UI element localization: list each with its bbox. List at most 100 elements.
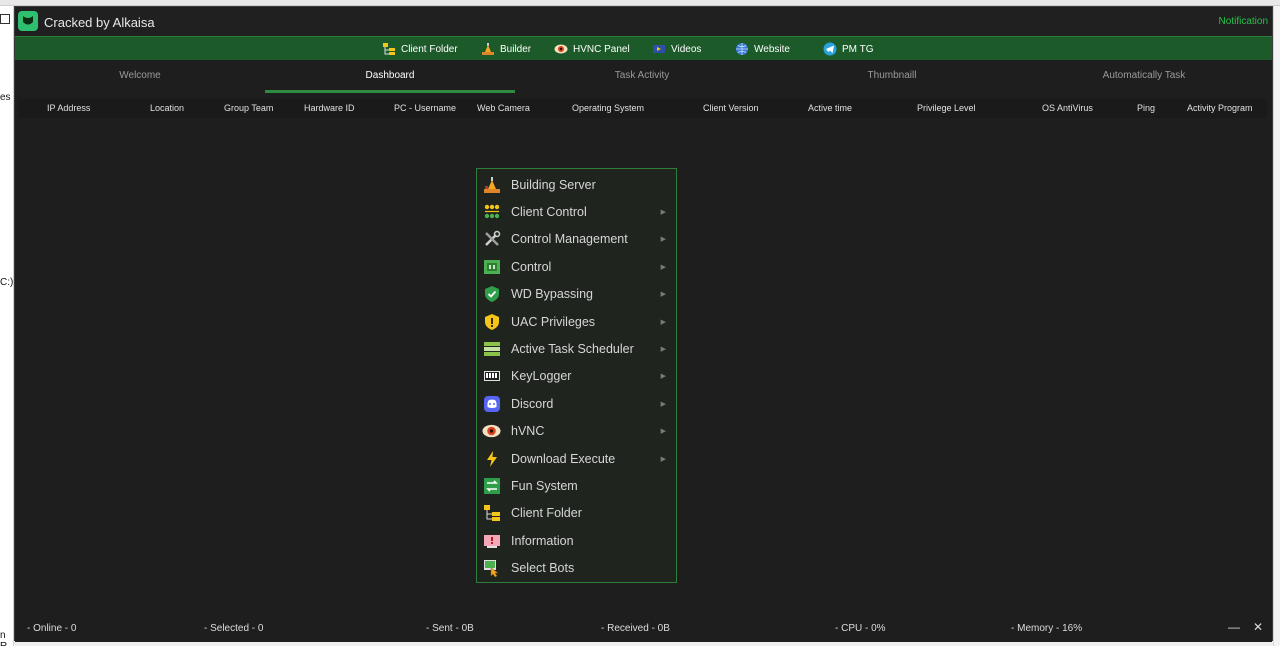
menu-item-keylogger[interactable]: KeyLogger ▶ — [477, 363, 676, 390]
toolbar-hvnc-panel-button[interactable]: HVNC Panel — [554, 41, 630, 57]
toolbar-client-folder-button[interactable]: Client Folder — [382, 41, 458, 57]
menu-item-discord[interactable]: Discord ▶ — [477, 390, 676, 417]
menu-item-label: Download Execute — [511, 451, 616, 466]
eye-icon — [482, 422, 501, 441]
column-header-ip-address[interactable]: IP Address — [47, 103, 90, 113]
menu-item-label: Control — [511, 259, 552, 274]
menu-item-label: Control Management — [511, 232, 628, 247]
toolbar-website-button[interactable]: Website — [735, 41, 790, 57]
toolbar-pm-tg-button[interactable]: PM TG — [823, 41, 873, 57]
title-bar[interactable]: Cracked by Alkaisa Notification — [15, 7, 1272, 36]
tab-strip: Welcome Dashboard Task Activity Thumbnai… — [15, 60, 1272, 96]
menu-item-active-task-scheduler[interactable]: Active Task Scheduler ▶ — [477, 335, 676, 362]
tab-thumbnail[interactable]: Thumbnaill — [767, 70, 1017, 96]
menu-item-label: WD Bypassing — [511, 287, 593, 302]
desktop-text-fragment: C:) — [0, 277, 14, 288]
toolbar-label: Website — [754, 43, 790, 55]
menu-item-client-control[interactable]: Client Control ▶ — [477, 198, 676, 225]
menu-item-wd-bypassing[interactable]: WD Bypassing ▶ — [477, 281, 676, 308]
submenu-arrow-icon: ▶ — [660, 346, 666, 354]
menu-item-label: Discord — [511, 396, 554, 411]
column-header-location[interactable]: Location — [150, 103, 184, 113]
column-header-hardware-id[interactable]: Hardware ID — [304, 103, 355, 113]
column-header-activity-program[interactable]: Activity Program — [1187, 103, 1253, 113]
column-header-web-camera[interactable]: Web Camera — [477, 103, 530, 113]
active-tab-indicator — [265, 90, 515, 93]
menu-item-control-management[interactable]: Control Management ▶ — [477, 226, 676, 253]
toolbar-label: PM TG — [842, 43, 874, 55]
toolbar: Client Folder Builder HVNC Panel Videos … — [15, 36, 1272, 60]
menu-item-label: Fun System — [511, 478, 578, 493]
column-header-operating-system[interactable]: Operating System — [572, 103, 644, 113]
menu-item-download-execute[interactable]: Download Execute ▶ — [477, 445, 676, 472]
column-header-os-antivirus[interactable]: OS AntiVirus — [1042, 103, 1093, 113]
submenu-arrow-icon: ▶ — [660, 209, 666, 217]
menu-item-hvnc[interactable]: hVNC ▶ — [477, 418, 676, 445]
desktop-icon-fragment — [0, 14, 10, 24]
desktop-left-strip: es C:) n R — [0, 6, 14, 646]
menu-item-label: hVNC — [511, 424, 545, 439]
submenu-arrow-icon: ▶ — [660, 455, 666, 463]
tab-task-activity[interactable]: Task Activity — [517, 70, 767, 96]
toolbar-videos-button[interactable]: Videos — [652, 41, 701, 57]
menu-item-uac-privileges[interactable]: UAC Privileges ▶ — [477, 308, 676, 335]
submenu-arrow-icon: ▶ — [660, 291, 666, 299]
submenu-arrow-icon: ▶ — [660, 318, 666, 326]
menu-item-building-server[interactable]: Building Server — [477, 171, 676, 198]
menu-item-label: Client Folder — [511, 506, 582, 521]
toolbar-builder-button[interactable]: Builder — [481, 41, 531, 57]
video-icon — [652, 42, 666, 56]
menu-item-label: KeyLogger — [511, 369, 572, 384]
submenu-arrow-icon: ▶ — [660, 373, 666, 381]
menu-item-information[interactable]: Information — [477, 527, 676, 554]
toolbar-label: Builder — [500, 43, 532, 55]
menu-item-fun-system[interactable]: Fun System — [477, 472, 676, 499]
tools-icon — [482, 230, 501, 249]
notification-link[interactable]: Notification — [1219, 16, 1268, 27]
column-header-pc-username[interactable]: PC - Username — [394, 103, 456, 113]
status-cpu: - CPU - 0% — [835, 623, 886, 634]
status-received: - Received - 0B — [601, 623, 670, 634]
toolbar-label: Client Folder — [401, 43, 458, 55]
keyboard-icon — [482, 367, 501, 386]
desktop-text-fragment: es — [0, 92, 11, 103]
folder-tree-icon — [382, 42, 396, 56]
submenu-arrow-icon: ▶ — [660, 428, 666, 436]
minimize-button[interactable]: — — [1228, 620, 1240, 634]
shield-check-icon — [482, 285, 501, 304]
status-online: - Online - 0 — [27, 623, 77, 634]
folder-tree-icon — [482, 504, 501, 523]
builder-icon — [481, 42, 495, 56]
column-header-privilege-level[interactable]: Privilege Level — [917, 103, 976, 113]
client-grid-header: IP Address Location Group Team Hardware … — [19, 99, 1267, 118]
column-header-ping[interactable]: Ping — [1137, 103, 1155, 113]
tab-automatically-task[interactable]: Automatically Task — [1019, 70, 1269, 96]
context-menu: Building Server Client Control ▶ Control… — [476, 168, 677, 583]
tab-welcome[interactable]: Welcome — [15, 70, 265, 96]
fun-icon — [482, 476, 501, 495]
list-icon — [482, 340, 501, 359]
menu-item-label: Select Bots — [511, 561, 575, 576]
menu-item-client-folder[interactable]: Client Folder — [477, 500, 676, 527]
submenu-arrow-icon: ▶ — [660, 400, 666, 408]
menu-item-label: Building Server — [511, 177, 596, 192]
eye-icon — [554, 42, 568, 56]
pointer-icon — [482, 559, 501, 578]
column-header-group-team[interactable]: Group Team — [224, 103, 273, 113]
builder-icon — [482, 175, 501, 194]
menu-item-label: Information — [511, 533, 574, 548]
shield-warning-icon — [482, 312, 501, 331]
discord-icon — [482, 394, 501, 413]
menu-item-control[interactable]: Control ▶ — [477, 253, 676, 280]
status-selected: - Selected - 0 — [204, 623, 264, 634]
globe-icon — [735, 42, 749, 56]
close-button[interactable]: ✕ — [1253, 620, 1263, 634]
menu-item-label: Active Task Scheduler — [511, 342, 634, 357]
menu-item-label: Client Control — [511, 205, 587, 220]
window-title: Cracked by Alkaisa — [44, 15, 155, 30]
app-logo-icon — [18, 11, 38, 31]
column-header-client-version[interactable]: Client Version — [703, 103, 759, 113]
column-header-active-time[interactable]: Active time — [808, 103, 852, 113]
menu-item-select-bots[interactable]: Select Bots — [477, 554, 676, 581]
info-icon — [482, 531, 501, 550]
